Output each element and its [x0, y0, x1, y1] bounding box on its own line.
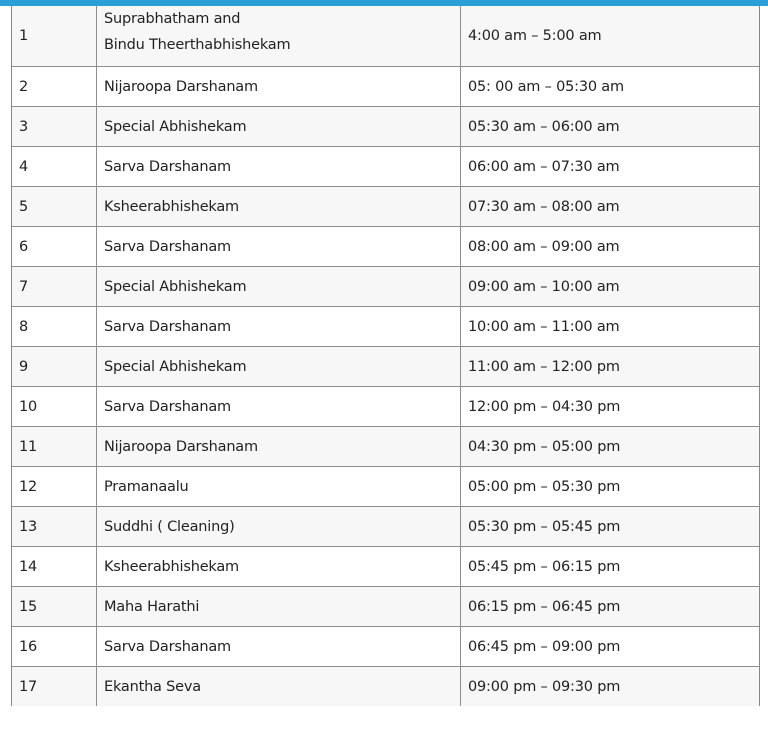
row-number: 7	[12, 267, 97, 306]
row-number: 16	[12, 627, 97, 666]
table-row: 13 Suddhi ( Cleaning) 05:30 pm – 05:45 p…	[12, 507, 759, 547]
table-row: 6 Sarva Darshanam 08:00 am – 09:00 am	[12, 227, 759, 267]
table-row: 11 Nijaroopa Darshanam 04:30 pm – 05:00 …	[12, 427, 759, 467]
row-number: 13	[12, 507, 97, 546]
seva-name: Sarva Darshanam	[97, 627, 461, 666]
seva-time: 09:00 am – 10:00 am	[468, 278, 620, 295]
seva-time: 10:00 am – 11:00 am	[468, 318, 620, 335]
seva-name: Sarva Darshanam	[97, 147, 461, 186]
seva-time: 06:15 pm – 06:45 pm	[468, 598, 621, 615]
row-number: 17	[12, 667, 97, 706]
seva-name: Ksheerabhishekam	[97, 187, 461, 226]
seva-time: 05:45 pm – 06:15 pm	[468, 558, 621, 575]
row-number: 5	[12, 187, 97, 226]
row-number: 6	[12, 227, 97, 266]
seva-time: 05:30 pm – 05:45 pm	[468, 518, 621, 535]
seva-name: Special Abhishekam	[97, 107, 461, 146]
seva-time: 09:00 pm – 09:30 pm	[468, 678, 621, 695]
row-number: 9	[12, 347, 97, 386]
seva-name: Suprabhatham and Bindu Theerthabhishekam	[97, 6, 461, 66]
row-number: 15	[12, 587, 97, 626]
table-row: 9 Special Abhishekam 11:00 am – 12:00 pm	[12, 347, 759, 387]
table-row: 2 Nijaroopa Darshanam 05: 00 am – 05:30 …	[12, 67, 759, 107]
table-row: 5 Ksheerabhishekam 07:30 am – 08:00 am	[12, 187, 759, 227]
seva-time: 04:30 pm – 05:00 pm	[468, 438, 621, 455]
seva-time: 12:00 pm – 04:30 pm	[468, 398, 621, 415]
seva-name: Ekantha Seva	[97, 667, 461, 706]
row-number: 8	[12, 307, 97, 346]
row-number: 10	[12, 387, 97, 426]
row-number: 14	[12, 547, 97, 586]
table-row: 10 Sarva Darshanam 12:00 pm – 04:30 pm	[12, 387, 759, 427]
seva-time: 05:30 am – 06:00 am	[468, 118, 620, 135]
seva-name-line-1: Suprabhatham and	[104, 11, 241, 27]
table-row: 12 Pramanaalu 05:00 pm – 05:30 pm	[12, 467, 759, 507]
seva-name: Nijaroopa Darshanam	[97, 427, 461, 466]
seva-time: 05: 00 am – 05:30 am	[468, 78, 624, 95]
seva-name-line-2: Bindu Theerthabhishekam	[104, 37, 291, 53]
row-number: 2	[12, 67, 97, 106]
seva-time: 05:00 pm – 05:30 pm	[468, 478, 621, 495]
seva-time: 4:00 am – 5:00 am	[468, 27, 602, 44]
seva-name: Sarva Darshanam	[97, 227, 461, 266]
row-number: 4	[12, 147, 97, 186]
table-row: 15 Maha Harathi 06:15 pm – 06:45 pm	[12, 587, 759, 627]
table-row: 16 Sarva Darshanam 06:45 pm – 09:00 pm	[12, 627, 759, 667]
table-row: 3 Special Abhishekam 05:30 am – 06:00 am	[12, 107, 759, 147]
table-row: 17 Ekantha Seva 09:00 pm – 09:30 pm	[12, 667, 759, 706]
seva-name: Suddhi ( Cleaning)	[97, 507, 461, 546]
seva-name: Special Abhishekam	[97, 267, 461, 306]
seva-time: 07:30 am – 08:00 am	[468, 198, 620, 215]
row-number: 1	[12, 6, 97, 66]
seva-name: Maha Harathi	[97, 587, 461, 626]
seva-name: Nijaroopa Darshanam	[97, 67, 461, 106]
schedule-table: 1 Suprabhatham and Bindu Theerthabhishek…	[11, 6, 760, 706]
table-row: 4 Sarva Darshanam 06:00 am – 07:30 am	[12, 147, 759, 187]
row-number: 12	[12, 467, 97, 506]
table-row: 1 Suprabhatham and Bindu Theerthabhishek…	[12, 6, 759, 67]
table-row: 7 Special Abhishekam 09:00 am – 10:00 am	[12, 267, 759, 307]
seva-time: 11:00 am – 12:00 pm	[468, 358, 620, 375]
table-row: 8 Sarva Darshanam 10:00 am – 11:00 am	[12, 307, 759, 347]
seva-time: 06:00 am – 07:30 am	[468, 158, 620, 175]
seva-name: Sarva Darshanam	[97, 307, 461, 346]
table-row: 14 Ksheerabhishekam 05:45 pm – 06:15 pm	[12, 547, 759, 587]
row-number: 3	[12, 107, 97, 146]
seva-time: 06:45 pm – 09:00 pm	[468, 638, 621, 655]
seva-name: Sarva Darshanam	[97, 387, 461, 426]
seva-time: 08:00 am – 09:00 am	[468, 238, 620, 255]
seva-name: Ksheerabhishekam	[97, 547, 461, 586]
seva-name: Special Abhishekam	[97, 347, 461, 386]
row-number: 11	[12, 427, 97, 466]
seva-name: Pramanaalu	[97, 467, 461, 506]
